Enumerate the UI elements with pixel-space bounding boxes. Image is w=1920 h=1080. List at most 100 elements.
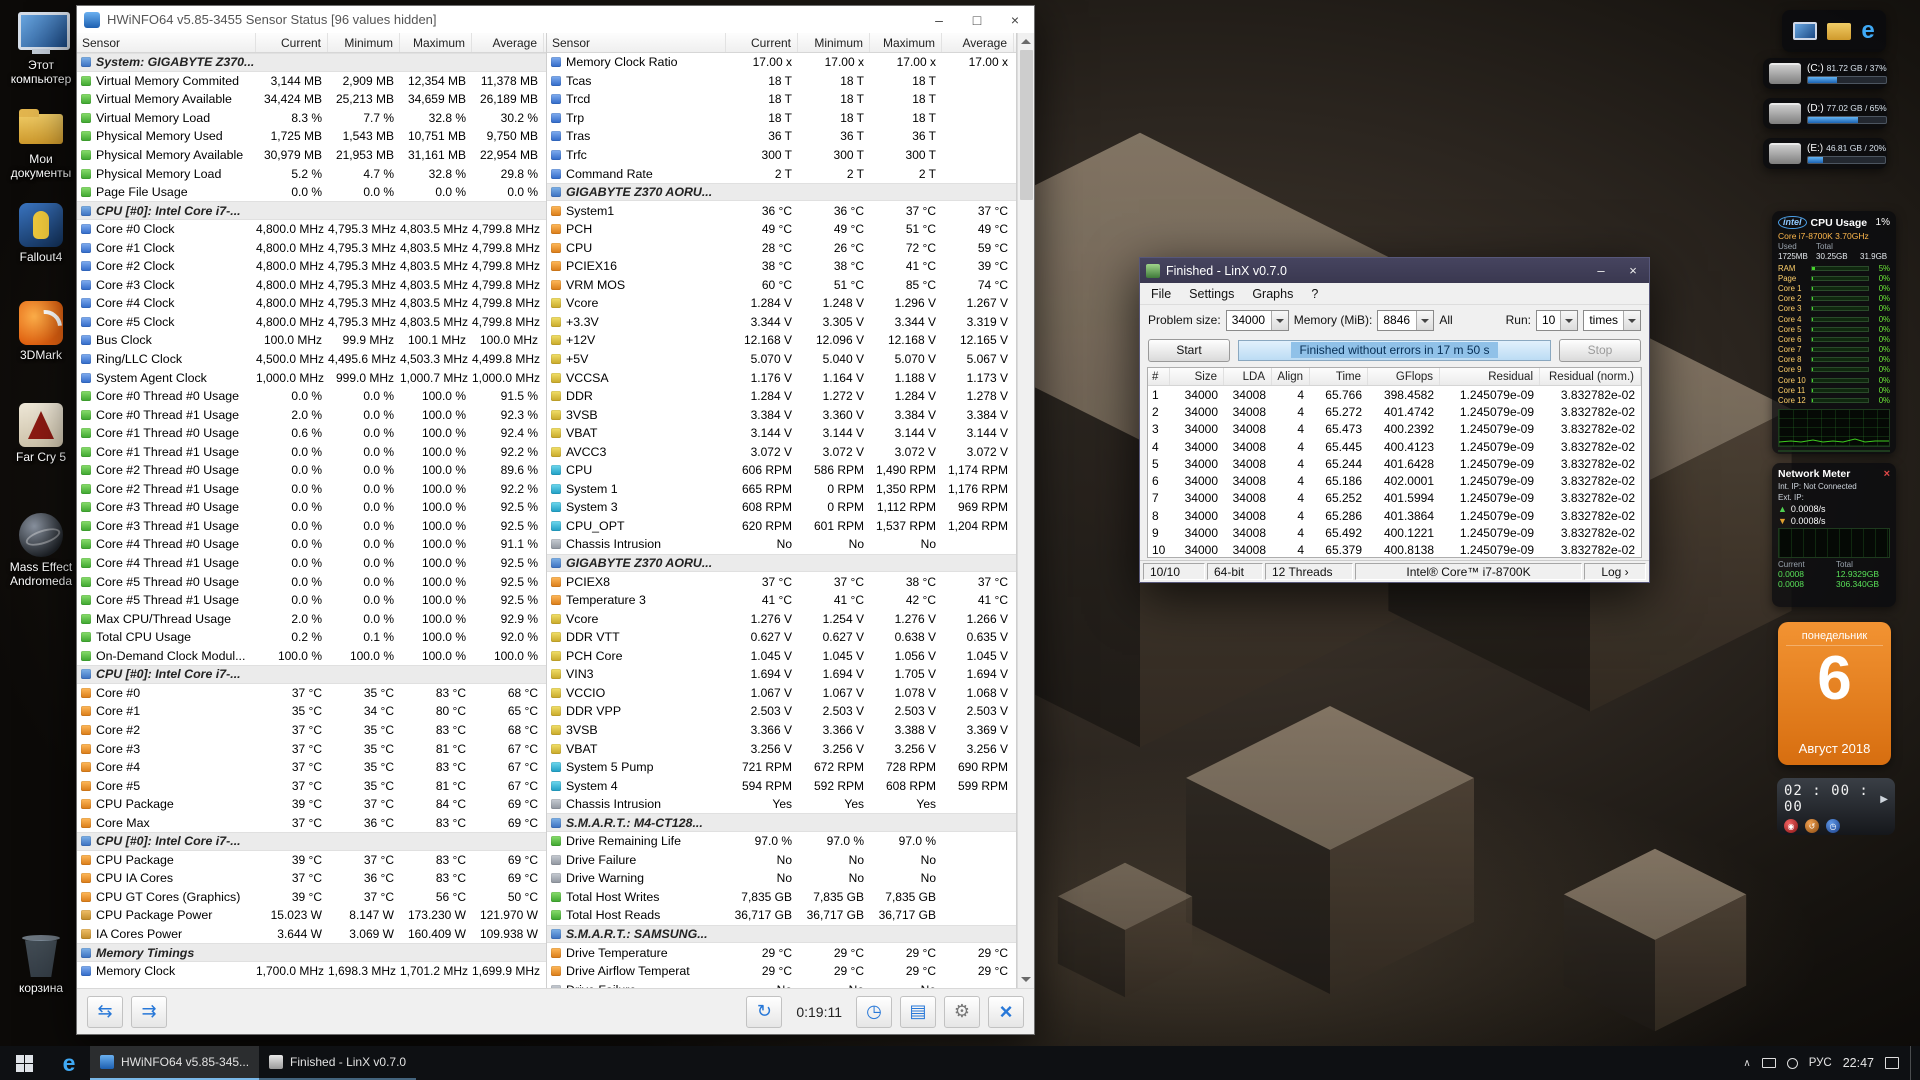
nav-next-button[interactable]: ⇉ bbox=[131, 996, 167, 1028]
sensor-group-header[interactable]: CPU [#0]: Intel Core i7-... bbox=[77, 665, 546, 684]
sensor-row[interactable]: PCH Core1.045 V1.045 V1.056 V1.045 V bbox=[547, 647, 1016, 666]
sensor-row[interactable]: CPU Package39 °C37 °C84 °C69 °C bbox=[77, 795, 546, 814]
sensor-row[interactable]: Core #0 Clock4,800.0 MHz4,795.3 MHz4,803… bbox=[77, 220, 546, 239]
sensor-row[interactable]: Core #437 °C35 °C83 °C67 °C bbox=[77, 758, 546, 777]
column-header-sensor[interactable]: Sensor bbox=[547, 33, 726, 52]
sensor-row[interactable]: VBAT3.256 V3.256 V3.256 V3.256 V bbox=[547, 739, 1016, 758]
sensor-row[interactable]: Core #2 Clock4,800.0 MHz4,795.3 MHz4,803… bbox=[77, 257, 546, 276]
report-button[interactable]: ▤ bbox=[900, 996, 936, 1028]
sensor-row[interactable]: Vcore1.284 V1.248 V1.296 V1.267 V bbox=[547, 294, 1016, 313]
sensor-row[interactable]: AVCC33.072 V3.072 V3.072 V3.072 V bbox=[547, 442, 1016, 461]
sensor-row[interactable]: Drive Airflow Temperat29 °C29 °C29 °C29 … bbox=[547, 962, 1016, 981]
sensor-row[interactable]: CPU Package Power15.023 W8.147 W173.230 … bbox=[77, 906, 546, 925]
sensor-row[interactable]: Virtual Memory Commited3,144 MB2,909 MB1… bbox=[77, 72, 546, 91]
scroll-down-button[interactable] bbox=[1021, 977, 1031, 982]
sensor-row[interactable]: Chassis IntrusionNoNoNo bbox=[547, 535, 1016, 554]
scroll-up-button[interactable] bbox=[1021, 39, 1031, 44]
column-header-current[interactable]: Current bbox=[256, 33, 328, 52]
menu-item-2[interactable]: Graphs bbox=[1243, 285, 1302, 303]
menu-item-0[interactable]: File bbox=[1142, 285, 1180, 303]
language-indicator[interactable]: РУС bbox=[1809, 1057, 1832, 1069]
results-column-header[interactable]: Size bbox=[1170, 368, 1224, 385]
sensor-row[interactable]: Core #4 Thread #1 Usage0.0 %0.0 %100.0 %… bbox=[77, 554, 546, 573]
results-column-header[interactable]: Residual (norm.) bbox=[1540, 368, 1641, 385]
tray-display-icon[interactable] bbox=[1762, 1058, 1776, 1068]
sensor-row[interactable]: Page File Usage0.0 %0.0 %0.0 %0.0 % bbox=[77, 183, 546, 202]
result-row[interactable]: 43400034008465.445400.41231.245079e-093.… bbox=[1148, 438, 1641, 455]
sensor-row[interactable]: Core #1 Clock4,800.0 MHz4,795.3 MHz4,803… bbox=[77, 238, 546, 257]
sensor-row[interactable]: Core #1 Thread #0 Usage0.6 %0.0 %100.0 %… bbox=[77, 424, 546, 443]
sensor-group-header[interactable]: S.M.A.R.T.: M4-CT128... bbox=[547, 813, 1016, 832]
sensor-row[interactable]: Core #337 °C35 °C81 °C67 °C bbox=[77, 739, 546, 758]
linx-close-button[interactable]: × bbox=[1617, 258, 1649, 283]
stop-button[interactable]: Stop bbox=[1559, 339, 1641, 362]
column-header-sensor[interactable]: Sensor bbox=[77, 33, 256, 52]
sensor-row[interactable]: +5V5.070 V5.040 V5.070 V5.067 V bbox=[547, 350, 1016, 369]
sensor-row[interactable]: Physical Memory Load5.2 %4.7 %32.8 %29.8… bbox=[77, 164, 546, 183]
sensor-row[interactable]: PCH49 °C49 °C51 °C49 °C bbox=[547, 220, 1016, 239]
exit-button[interactable]: × bbox=[988, 996, 1024, 1028]
sensor-row[interactable]: 3VSB3.384 V3.360 V3.384 V3.384 V bbox=[547, 405, 1016, 424]
sensor-row[interactable]: Drive FailureNoNoNo bbox=[547, 980, 1016, 988]
sensor-row[interactable]: PCIEX1638 °C38 °C41 °C39 °C bbox=[547, 257, 1016, 276]
refresh-button[interactable]: ↻ bbox=[746, 996, 782, 1028]
result-row[interactable]: 103400034008465.379400.81381.245079e-093… bbox=[1148, 542, 1641, 558]
sensor-group-header[interactable]: GIGABYTE Z370 AORU... bbox=[547, 554, 1016, 573]
timer-clock-button[interactable]: ◷ bbox=[1826, 819, 1840, 833]
sensor-row[interactable]: Total Host Writes7,835 GB7,835 GB7,835 G… bbox=[547, 888, 1016, 907]
sensor-row[interactable]: Core #2 Thread #1 Usage0.0 %0.0 %100.0 %… bbox=[77, 480, 546, 499]
drive-gauge-1[interactable]: (D:)77.02 GB / 65% bbox=[1763, 98, 1887, 129]
column-header-maximum[interactable]: Maximum bbox=[400, 33, 472, 52]
sensor-row[interactable]: +3.3V3.344 V3.305 V3.344 V3.319 V bbox=[547, 313, 1016, 332]
sensor-row[interactable]: Trfc300 T300 T300 T bbox=[547, 146, 1016, 165]
sensor-row[interactable]: Physical Memory Available30,979 MB21,953… bbox=[77, 146, 546, 165]
sensor-row[interactable]: VCCSA1.176 V1.164 V1.188 V1.173 V bbox=[547, 368, 1016, 387]
sensor-row[interactable]: PCIEX837 °C37 °C38 °C37 °C bbox=[547, 572, 1016, 591]
desktop-icon-farcry5[interactable]: Far Cry 5 bbox=[4, 402, 78, 465]
computer-shortcut-icon[interactable] bbox=[1793, 22, 1817, 40]
memory-select[interactable]: 8846 bbox=[1377, 310, 1434, 331]
sensor-row[interactable]: CPU28 °C26 °C72 °C59 °C bbox=[547, 238, 1016, 257]
column-header-minimum[interactable]: Minimum bbox=[328, 33, 400, 52]
result-row[interactable]: 53400034008465.244401.64281.245079e-093.… bbox=[1148, 455, 1641, 472]
minimize-button[interactable]: – bbox=[920, 6, 958, 33]
column-header-minimum[interactable]: Minimum bbox=[798, 33, 870, 52]
vertical-scrollbar[interactable] bbox=[1017, 33, 1034, 988]
sensor-row[interactable]: Drive FailureNoNoNo bbox=[547, 851, 1016, 870]
timer-next-button[interactable]: ▶ bbox=[1880, 794, 1888, 805]
sensor-row[interactable]: Drive Temperature29 °C29 °C29 °C29 °C bbox=[547, 943, 1016, 962]
sensor-row[interactable]: Core #4 Clock4,800.0 MHz4,795.3 MHz4,803… bbox=[77, 294, 546, 313]
tray-expand-icon[interactable]: ∧ bbox=[1743, 1058, 1750, 1069]
sensor-row[interactable]: Core #5 Clock4,800.0 MHz4,795.3 MHz4,803… bbox=[77, 313, 546, 332]
results-column-header[interactable]: LDA bbox=[1224, 368, 1272, 385]
result-row[interactable]: 73400034008465.252401.59941.245079e-093.… bbox=[1148, 490, 1641, 507]
sensor-row[interactable]: DDR VPP2.503 V2.503 V2.503 V2.503 V bbox=[547, 702, 1016, 721]
timer-power-button[interactable]: ◉ bbox=[1784, 819, 1798, 833]
sensor-row[interactable]: System136 °C36 °C37 °C37 °C bbox=[547, 201, 1016, 220]
all-label[interactable]: All bbox=[1439, 313, 1452, 327]
sensor-row[interactable]: Virtual Memory Load8.3 %7.7 %32.8 %30.2 … bbox=[77, 109, 546, 128]
sensor-row[interactable]: VIN31.694 V1.694 V1.705 V1.694 V bbox=[547, 665, 1016, 684]
desktop-icon-this-computer[interactable]: Этот компьютер bbox=[4, 10, 78, 87]
sensor-row[interactable]: Temperature 341 °C41 °C42 °C41 °C bbox=[547, 591, 1016, 610]
column-header-average[interactable]: Average bbox=[472, 33, 544, 52]
sensor-group-header[interactable]: S.M.A.R.T.: SAMSUNG... bbox=[547, 925, 1016, 944]
start-button[interactable]: Start bbox=[1148, 339, 1230, 362]
sensor-group-header[interactable]: Memory Timings bbox=[77, 943, 546, 962]
sensor-row[interactable]: IA Cores Power3.644 W3.069 W160.409 W109… bbox=[77, 925, 546, 944]
sensor-row[interactable]: System 5 Pump721 RPM672 RPM728 RPM690 RP… bbox=[547, 758, 1016, 777]
sensor-row[interactable]: Chassis IntrusionYesYesYes bbox=[547, 795, 1016, 814]
menu-item-1[interactable]: Settings bbox=[1180, 285, 1243, 303]
sensor-row[interactable]: Trp18 T18 T18 T bbox=[547, 109, 1016, 128]
menu-item-3[interactable]: ? bbox=[1302, 285, 1327, 303]
sensor-row[interactable]: Vcore1.276 V1.254 V1.276 V1.266 V bbox=[547, 609, 1016, 628]
result-row[interactable]: 93400034008465.492400.12211.245079e-093.… bbox=[1148, 524, 1641, 541]
desktop-icon-recycle-bin[interactable]: корзина bbox=[4, 933, 78, 996]
start-button[interactable] bbox=[0, 1046, 48, 1080]
column-header-current[interactable]: Current bbox=[726, 33, 798, 52]
taskbar-task-linx[interactable]: Finished - LinX v0.7.0 bbox=[259, 1046, 416, 1080]
sensor-row[interactable]: 3VSB3.366 V3.366 V3.388 V3.369 V bbox=[547, 721, 1016, 740]
results-column-header[interactable]: Residual bbox=[1440, 368, 1540, 385]
close-button[interactable]: × bbox=[996, 6, 1034, 33]
result-row[interactable]: 63400034008465.186402.00011.245079e-093.… bbox=[1148, 472, 1641, 489]
